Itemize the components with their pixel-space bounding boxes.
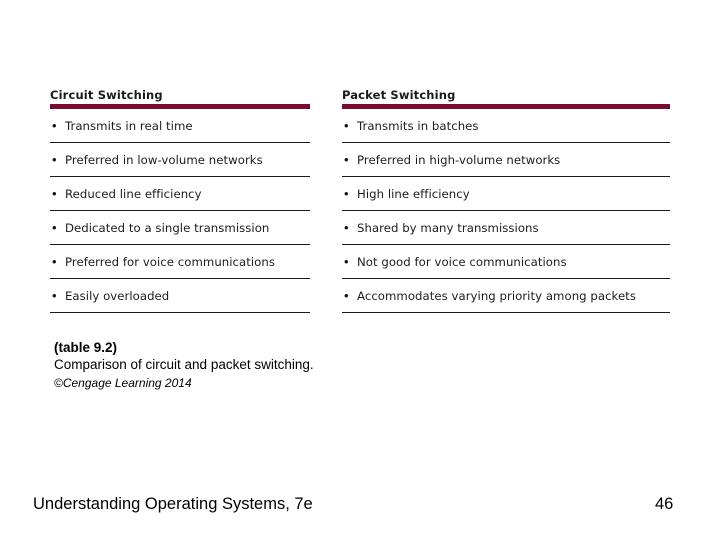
table-rows-circuit-switching: • Transmits in real time • Preferred in … [50, 109, 310, 313]
table-row: • Shared by many transmissions [342, 211, 670, 245]
bullet-icon: • [344, 220, 349, 235]
bullet-icon: • [344, 288, 349, 303]
table-caption: (table 9.2) Comparison of circuit and pa… [54, 339, 474, 392]
comparison-table: Circuit Switching • Transmits in real ti… [50, 88, 670, 313]
bullet-icon: • [344, 254, 349, 269]
table-row: • Preferred in low-volume networks [50, 143, 310, 177]
table-row: • High line efficiency [342, 177, 670, 211]
table-cell-label: Preferred in high-volume networks [357, 152, 561, 167]
bullet-icon: • [52, 186, 57, 201]
table-cell-label: Transmits in real time [65, 118, 193, 133]
table-row: • Transmits in batches [342, 109, 670, 143]
table-row: • Easily overloaded [50, 279, 310, 313]
table-cell-label: Transmits in batches [357, 118, 479, 133]
table-row: • Accommodates varying priority among pa… [342, 279, 670, 313]
table-cell-label: Not good for voice communications [357, 254, 567, 269]
column-header-circuit-switching: Circuit Switching [50, 88, 163, 102]
bullet-icon: • [52, 118, 57, 133]
bullet-icon: • [344, 118, 349, 133]
table-row: • Dedicated to a single transmission [50, 211, 310, 245]
table-cell-label: Preferred for voice communications [65, 254, 275, 269]
table-cell-label: Reduced line efficiency [65, 186, 202, 201]
caption-description: Comparison of circuit and packet switchi… [54, 357, 314, 372]
table-cell-label: Dedicated to a single transmission [65, 220, 270, 235]
table-row: • Not good for voice communications [342, 245, 670, 279]
table-row: • Preferred for voice communications [50, 245, 310, 279]
bullet-icon: • [52, 254, 57, 269]
bullet-icon: • [52, 220, 57, 235]
bullet-icon: • [52, 288, 57, 303]
table-cell-label: Easily overloaded [65, 288, 170, 303]
table-column-packet-switching: Packet Switching • Transmits in batches … [342, 88, 670, 313]
table-row: • Preferred in high-volume networks [342, 143, 670, 177]
table-cell-label: High line efficiency [357, 186, 470, 201]
footer-book-title: Understanding Operating Systems, 7e [33, 495, 313, 513]
table-row: • Transmits in real time [50, 109, 310, 143]
table-cell-label: Preferred in low-volume networks [65, 152, 263, 167]
table-row: • Reduced line efficiency [50, 177, 310, 211]
table-column-circuit-switching: Circuit Switching • Transmits in real ti… [50, 88, 310, 313]
table-cell-label: Shared by many transmissions [357, 220, 539, 235]
caption-number: (table 9.2) [54, 340, 118, 355]
table-cell-label: Accommodates varying priority among pack… [357, 288, 636, 303]
bullet-icon: • [344, 186, 349, 201]
column-header-packet-switching: Packet Switching [342, 88, 456, 102]
caption-copyright: ©Cengage Learning 2014 [54, 376, 192, 390]
bullet-icon: • [52, 152, 57, 167]
footer-page-number: 46 [655, 495, 674, 513]
table-rows-packet-switching: • Transmits in batches • Preferred in hi… [342, 109, 670, 313]
slide-page: { "theme": { "accent_color": "#7c0c2e", … [0, 0, 720, 540]
bullet-icon: • [344, 152, 349, 167]
